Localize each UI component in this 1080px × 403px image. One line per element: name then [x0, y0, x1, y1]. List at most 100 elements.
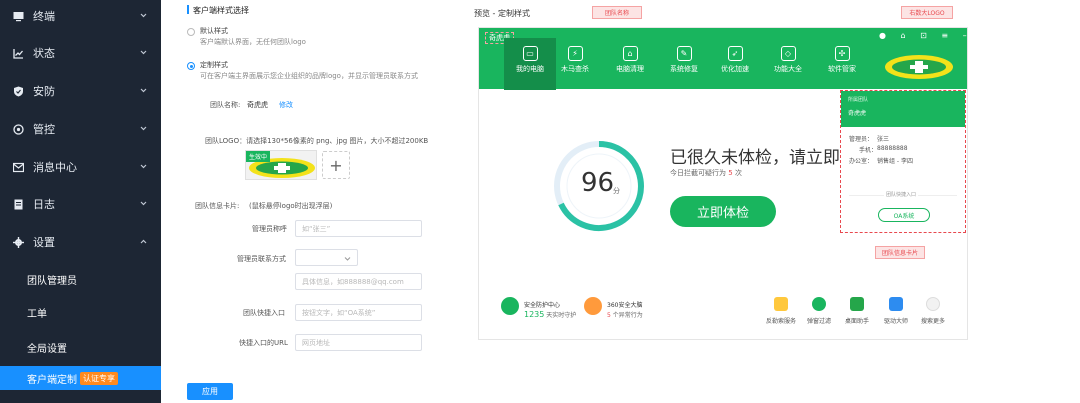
card-office: 销售组 - 李四 [877, 158, 913, 165]
nav-label: 消息中心 [33, 161, 77, 174]
nav-label: 日志 [33, 198, 55, 211]
apply-button[interactable]: 应用 [187, 383, 233, 400]
card-admin: 张三 [877, 136, 890, 143]
monitor-icon [13, 11, 24, 22]
tab-repair[interactable]: ✎ 系统修复 [658, 38, 710, 90]
tab-label: 优化加速 [721, 65, 749, 73]
nav-item-settings[interactable]: 设置 [0, 230, 161, 254]
tab-label: 功能大全 [774, 65, 802, 73]
nav-label: 状态 [33, 47, 55, 60]
custom-style-desc: 可在客户端主界面展示您企业组织的品牌logo，并显示管理员联系方式 [200, 72, 418, 80]
nav-item-logs[interactable]: 日志 [0, 192, 161, 216]
entry-url-input[interactable]: 网页地址 [295, 334, 422, 351]
sidebar-item-global-settings[interactable]: 全局设置 [0, 335, 161, 359]
popup-filter-icon[interactable] [812, 297, 826, 311]
section-title: 客户端样式选择 [193, 6, 249, 15]
chart-icon [13, 48, 24, 59]
window-controls: ● ⌂ ⊡ ≡ – × [879, 31, 994, 40]
mail-icon [13, 162, 24, 173]
monitor-icon: ▭ [522, 46, 538, 61]
sidebar-item-client-custom[interactable]: 客户端定制 认证专享 [0, 366, 161, 390]
score-unit: 分 [613, 187, 620, 195]
team-name-label: 团队名称: [210, 101, 241, 109]
nav-item-security[interactable]: 安防 [0, 79, 161, 103]
folder-icon[interactable] [774, 297, 788, 311]
tab-speedup[interactable]: ➶ 优化加速 [709, 38, 761, 90]
plus-icon: + [329, 155, 343, 175]
cube-icon: ◇ [780, 46, 796, 61]
chevron-down-icon [140, 126, 147, 131]
gear-icon [13, 236, 24, 248]
sidebar-item-tickets[interactable]: 工单 [0, 300, 161, 324]
radio-default-style[interactable] [187, 28, 195, 36]
sub-label: 客户端定制 [27, 374, 77, 386]
logo-callout: 右数大LOGO [901, 6, 953, 19]
card-hint: (鼠标悬停logo时出现浮层) [249, 202, 333, 210]
tab-software[interactable]: ✣ 软件管家 [816, 38, 868, 90]
chevron-down-icon [140, 13, 147, 18]
edit-team-name-link[interactable]: 修改 [279, 100, 293, 110]
document-icon [13, 199, 24, 210]
sidebar: 终端 状态 安防 管控 消息中心 日志 设置 团队管理员 工单 全局设置 客户端… [0, 0, 161, 403]
auth-badge: 认证专享 [80, 371, 118, 385]
contact-type-select[interactable] [295, 249, 358, 266]
card-team-name: 奇虎虎 [848, 110, 867, 117]
logo-preview[interactable]: 生效中 [245, 150, 317, 180]
entry-text-input[interactable]: 按钮文字，如“OA系统” [295, 304, 422, 321]
card-phone: 88888888 [877, 145, 908, 152]
sub-label: 工单 [27, 308, 47, 320]
active-badge: 生效中 [246, 151, 271, 162]
admin-name-input[interactable]: 如“张三” [295, 220, 422, 237]
card-admin-label: 管理员： [849, 136, 874, 143]
card-callout: 团队信息卡片 [875, 246, 925, 259]
subline-count: 5 [728, 169, 733, 177]
tab-features[interactable]: ◇ 功能大全 [762, 38, 814, 90]
footer-icon-label: 弹窗过滤 [807, 318, 832, 325]
driver-icon[interactable] [889, 297, 903, 311]
search-icon[interactable] [926, 297, 940, 311]
team-logo-image [885, 55, 953, 79]
upload-logo-button[interactable]: + [322, 151, 350, 179]
custom-style-label: 定制样式 [200, 61, 228, 69]
days-count: 1235 [524, 310, 545, 319]
nav-item-terminal[interactable]: 终端 [0, 4, 161, 28]
nav-item-status[interactable]: 状态 [0, 41, 161, 65]
card-office-label: 办公室： [849, 158, 874, 165]
subline: 今日拦截可疑行为 5 次 [670, 168, 742, 178]
subline-suffix: 次 [734, 169, 742, 177]
team-name-callout: 团队名称 [592, 6, 642, 19]
footer-brain-title: 360安全大脑 [607, 302, 643, 309]
radio-custom-style[interactable] [187, 62, 195, 70]
sidebar-item-team-admins[interactable]: 团队管理员 [0, 267, 161, 291]
nav-label: 管控 [33, 123, 55, 136]
card-entry-button[interactable]: OA系统 [878, 208, 930, 222]
sub-label: 全局设置 [27, 343, 67, 355]
footer-security-days: 1235 天实时守护 [524, 310, 576, 319]
contact-input[interactable]: 具体信息，如888888@qq.com [295, 273, 422, 290]
nav-item-messages[interactable]: 消息中心 [0, 155, 161, 179]
admin-name-label: 管理员称呼 [252, 225, 287, 233]
chevron-down-icon [140, 164, 147, 169]
nav-label: 安防 [33, 85, 55, 98]
footer-security-title: 安全防护中心 [524, 302, 561, 309]
logo-label: 团队LOGO：请选择130*56像素的 png、jpg 图片，大小不超过200K… [205, 137, 429, 145]
shield-check-icon [501, 297, 519, 315]
sub-label: 团队管理员 [27, 275, 77, 287]
tab-cleanup[interactable]: ⌂ 电脑清理 [604, 38, 656, 90]
chevron-up-icon [140, 239, 147, 244]
section-marker [187, 5, 189, 14]
shield-icon: ⚡ [567, 46, 583, 61]
anomaly-count: 5 [607, 312, 611, 319]
tab-label: 系统修复 [670, 65, 698, 73]
desktop-icon[interactable] [850, 297, 864, 311]
card-entry-title: 团队快捷入口 [884, 191, 919, 198]
client-preview-window: 奇虎虎 ● ⌂ ⊡ ≡ – × ▭ 我的电脑 ⚡ 木马查杀 ⌂ 电脑清理 ✎ 系统修复 … [478, 27, 988, 340]
nav-item-control[interactable]: 管控 [0, 117, 161, 141]
anomaly-suffix: 个异常行为 [612, 312, 643, 319]
check-now-button[interactable]: 立即体检 [670, 196, 776, 227]
nav-label: 终端 [33, 10, 55, 23]
team-name-value: 奇虎虎 [247, 101, 268, 109]
wrench-icon: ✎ [676, 46, 692, 61]
tab-trojan-scan[interactable]: ⚡ 木马查杀 [549, 38, 601, 90]
chevron-down-icon [140, 50, 147, 55]
